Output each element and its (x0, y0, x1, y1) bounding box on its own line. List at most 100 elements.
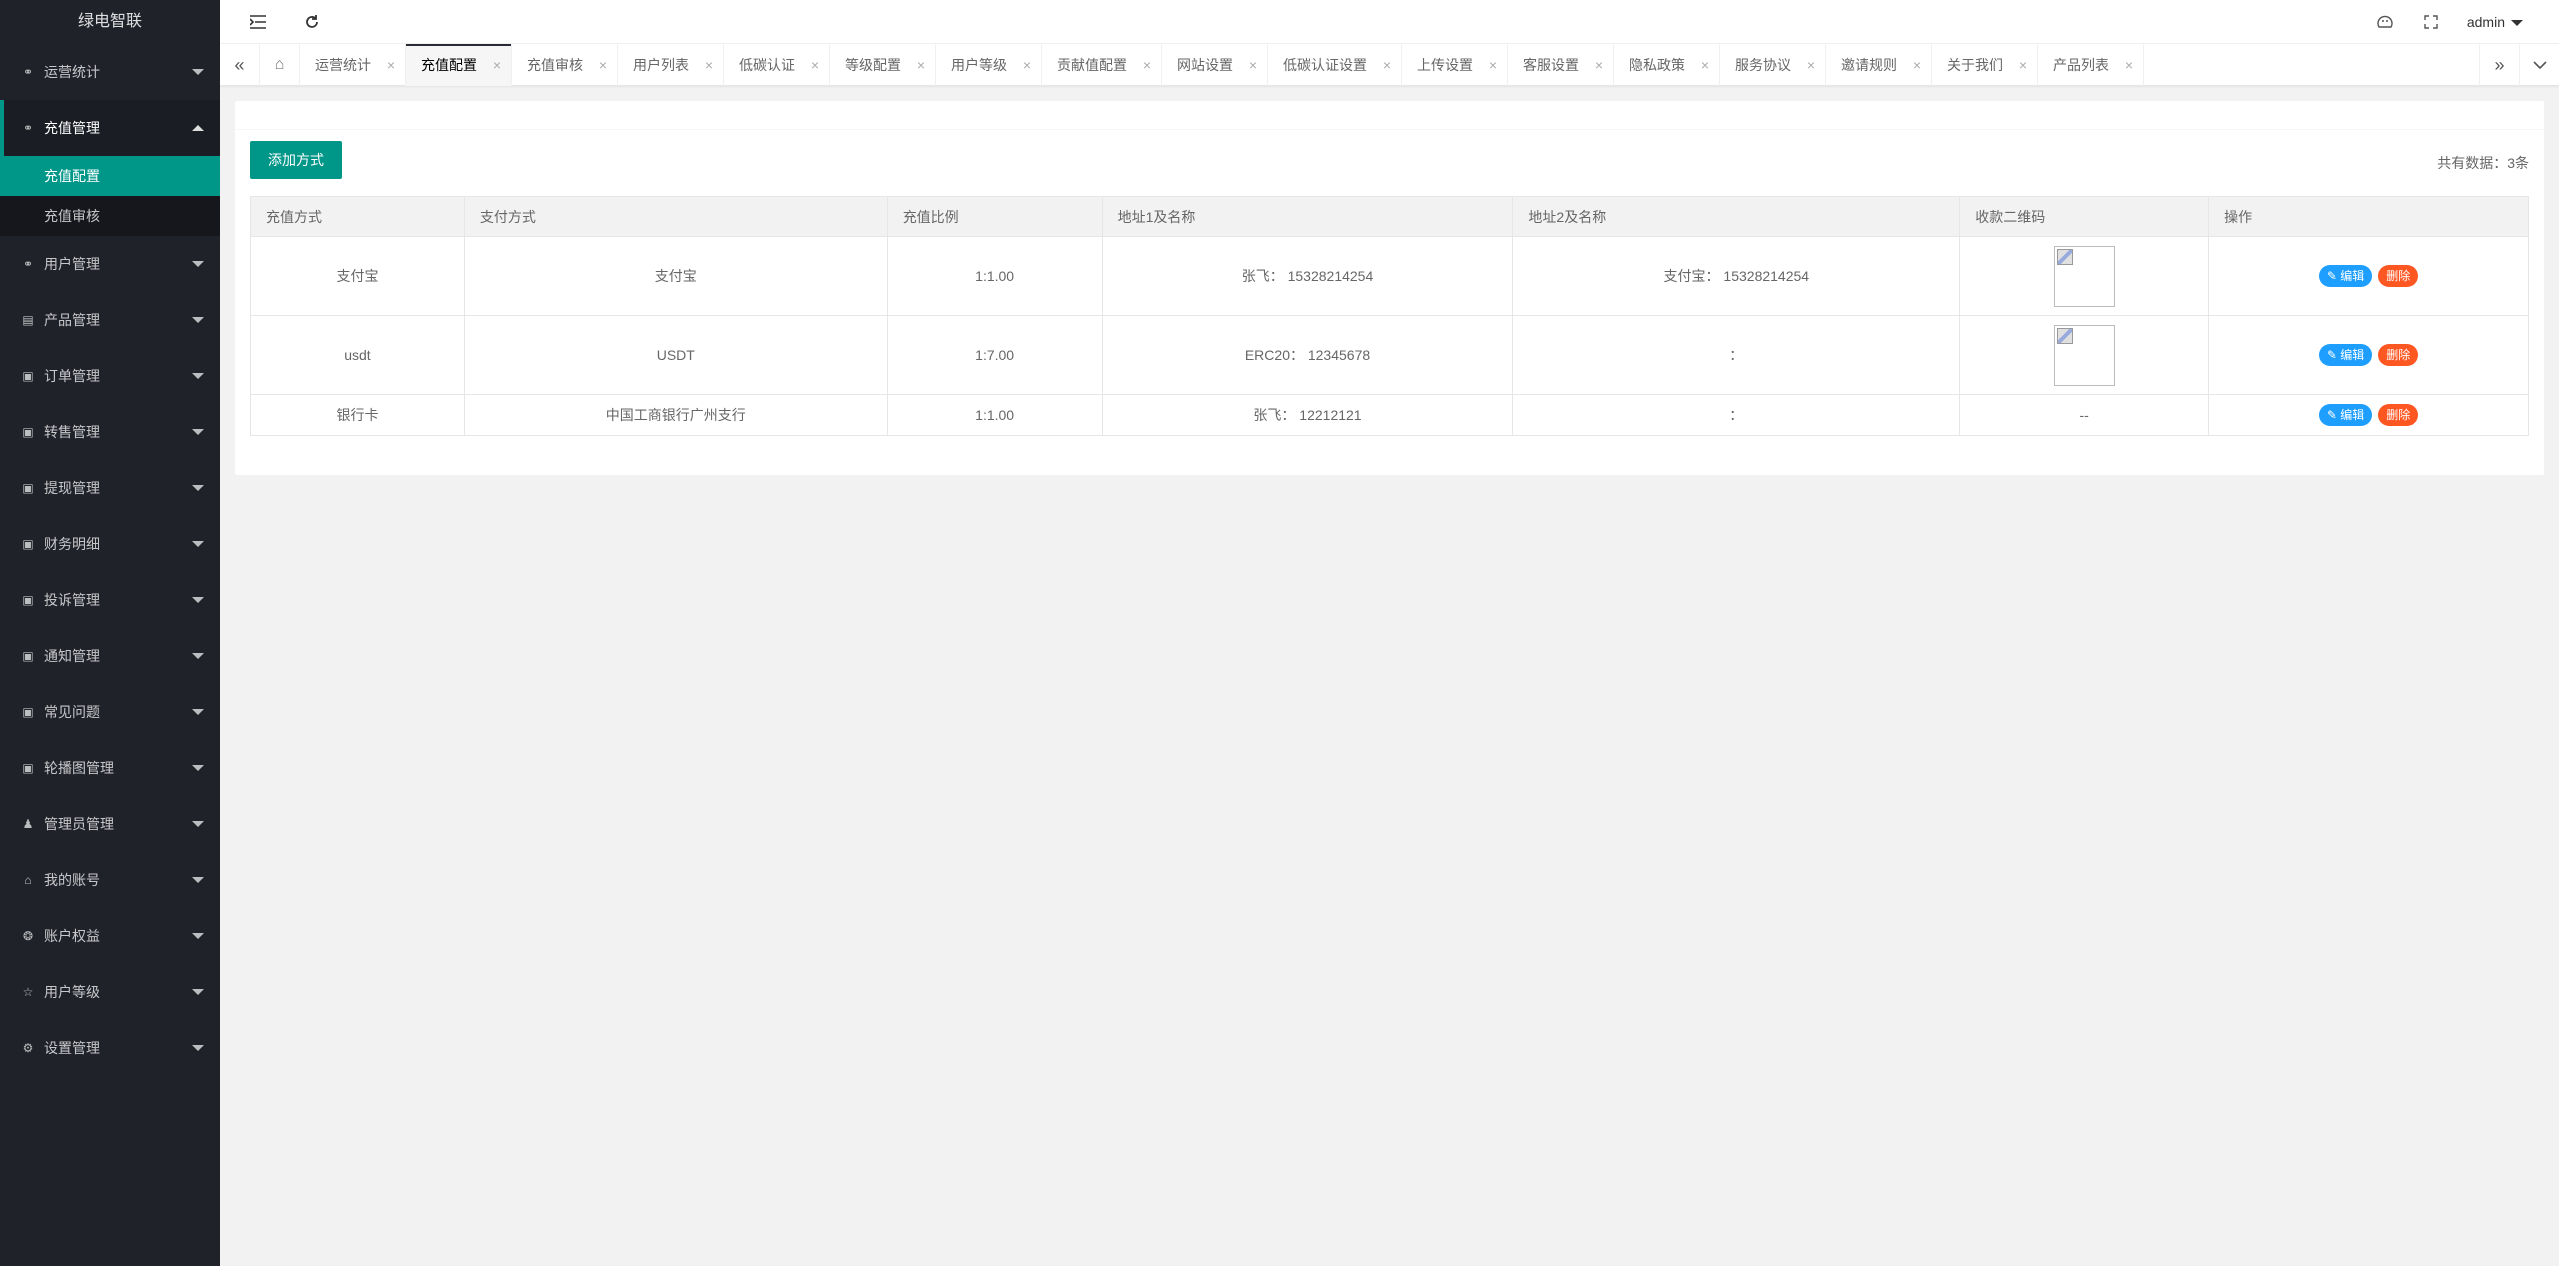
tab-label: 关于我们 (1947, 57, 2003, 73)
sidebar-item-label: 常见问题 (44, 704, 100, 720)
close-icon[interactable]: × (599, 44, 607, 86)
sidebar-item-user-management[interactable]: ⚭ 用户管理 (0, 236, 220, 292)
tabs-scroll-left-icon[interactable]: « (220, 44, 260, 86)
close-icon[interactable]: × (387, 44, 395, 86)
sidebar-item-product-management[interactable]: ▤ 产品管理 (0, 292, 220, 348)
column-header: 操作 (2208, 196, 2529, 237)
tab-contribution-config[interactable]: 贡献值配置 × (1042, 44, 1162, 86)
sidebar-item-finance-details[interactable]: ▣ 财务明细 (0, 516, 220, 572)
chevron-down-icon (192, 597, 204, 603)
tab-level-config[interactable]: 等级配置 × (830, 44, 936, 86)
sidebar-subitem-recharge-config[interactable]: 充值配置 (0, 156, 220, 196)
sidebar-item-label: 产品管理 (44, 312, 100, 328)
refresh-icon[interactable] (300, 10, 324, 34)
sidebar-item-account-rights[interactable]: ❂ 账户权益 (0, 908, 220, 964)
edit-button[interactable]: ✎ 编辑 (2318, 404, 2373, 426)
chevron-down-icon (192, 821, 204, 827)
delete-button[interactable]: 删除 (2378, 344, 2419, 366)
tab-about-us[interactable]: 关于我们 × (1932, 44, 2038, 86)
sidebar-item-complaint-management[interactable]: ▣ 投诉管理 (0, 572, 220, 628)
sidebar-item-label: 轮播图管理 (44, 760, 114, 776)
column-header: 充值方式 (250, 196, 465, 237)
caret-down-icon (2511, 20, 2523, 27)
edit-button[interactable]: ✎ 编辑 (2318, 344, 2373, 366)
edit-label: 编辑 (2340, 269, 2365, 283)
tab-user-level[interactable]: 用户等级 × (936, 44, 1042, 86)
tabs-scroll-right-icon[interactable]: » (2479, 44, 2519, 86)
close-icon[interactable]: × (811, 44, 819, 86)
sidebar-item-label: 用户管理 (44, 256, 100, 272)
chevron-up-icon (192, 125, 204, 131)
tab-recharge-config[interactable]: 充值配置 × (406, 44, 512, 86)
tab-invite-rules[interactable]: 邀请规则 × (1826, 44, 1932, 86)
close-icon[interactable]: × (1807, 44, 1815, 86)
tab-service-settings[interactable]: 客服设置 × (1508, 44, 1614, 86)
sidebar-item-carousel-management[interactable]: ▣ 轮播图管理 (0, 740, 220, 796)
picture-icon: ▣ (22, 593, 34, 607)
close-icon[interactable]: × (1489, 44, 1497, 86)
add-method-button[interactable]: 添加方式 (250, 141, 342, 179)
sidebar-item-settings-management[interactable]: ⚙ 设置管理 (0, 1020, 220, 1076)
tab-label: 上传设置 (1417, 57, 1473, 73)
tabs-dropdown-icon[interactable] (2519, 44, 2559, 86)
sidebar-item-user-level[interactable]: ☆ 用户等级 (0, 964, 220, 1020)
sidebar-item-notice-management[interactable]: ▣ 通知管理 (0, 628, 220, 684)
table-row: 支付宝 支付宝 1:1.00 张飞： 15328214254 支付宝： 1532… (250, 236, 2529, 316)
user-menu[interactable]: admin (2467, 0, 2523, 44)
table-row: usdt USDT 1:7.00 ERC20： 12345678 ： ✎ 编辑删… (250, 315, 2529, 395)
pencil-icon: ✎ (2326, 269, 2337, 283)
close-icon[interactable]: × (705, 44, 713, 86)
close-icon[interactable]: × (493, 44, 501, 86)
star-icon: ☆ (22, 985, 34, 999)
tab-service-agreement[interactable]: 服务协议 × (1720, 44, 1826, 86)
delete-button[interactable]: 删除 (2378, 265, 2419, 287)
cell-addr1: 张飞： 15328214254 (1101, 236, 1514, 316)
delete-button[interactable]: 删除 (2378, 404, 2419, 426)
close-icon[interactable]: × (1023, 44, 1031, 86)
top-header: admin (220, 0, 2559, 44)
theme-palette-icon[interactable] (2373, 10, 2397, 34)
sidebar-subitem-recharge-review[interactable]: 充值审核 (0, 196, 220, 236)
tab-site-settings[interactable]: 网站设置 × (1162, 44, 1268, 86)
tab-recharge-review[interactable]: 充值审核 × (512, 44, 618, 86)
fullscreen-icon[interactable] (2419, 10, 2443, 34)
sidebar-item-recharge-management[interactable]: ⚭ 充值管理 (0, 100, 220, 156)
tab-product-list[interactable]: 产品列表 × (2038, 44, 2144, 86)
sidebar-item-operations-stats[interactable]: ⚭ 运营统计 (0, 44, 220, 100)
home-tab-icon[interactable]: ⌂ (260, 44, 300, 86)
close-icon[interactable]: × (917, 44, 925, 86)
tab-operations-stats[interactable]: 运营统计 × (300, 44, 406, 86)
person-icon: ♟ (22, 817, 34, 831)
cell-ratio: 1:1.00 (886, 394, 1103, 436)
close-icon[interactable]: × (1595, 44, 1603, 86)
tab-label: 低碳认证设置 (1283, 57, 1367, 73)
tab-upload-settings[interactable]: 上传设置 × (1402, 44, 1508, 86)
menu-fold-icon[interactable] (246, 10, 270, 34)
sidebar-item-admin-management[interactable]: ♟ 管理员管理 (0, 796, 220, 852)
qr-code-image[interactable] (2053, 324, 2115, 386)
tab-low-carbon-cert-settings[interactable]: 低碳认证设置 × (1268, 44, 1402, 86)
tab-user-list[interactable]: 用户列表 × (618, 44, 724, 86)
tab-low-carbon-cert[interactable]: 低碳认证 × (724, 44, 830, 86)
cell-actions: ✎ 编辑 删除 (2208, 394, 2529, 436)
tab-privacy-policy[interactable]: 隐私政策 × (1614, 44, 1720, 86)
sidebar-item-order-management[interactable]: ▣ 订单管理 (0, 348, 220, 404)
close-icon[interactable]: × (2125, 44, 2133, 86)
tab-label: 邀请规则 (1841, 57, 1897, 73)
edit-button[interactable]: ✎ 编辑 (2318, 265, 2373, 287)
tab-label: 服务协议 (1735, 57, 1791, 73)
close-icon[interactable]: × (1143, 44, 1151, 86)
column-header: 充值比例 (886, 196, 1103, 237)
close-icon[interactable]: × (1701, 44, 1709, 86)
sidebar-item-faq[interactable]: ▣ 常见问题 (0, 684, 220, 740)
close-icon[interactable]: × (1383, 44, 1391, 86)
cell-addr1: 张飞： 12212121 (1101, 394, 1514, 436)
qr-code-image[interactable] (2053, 245, 2115, 307)
close-icon[interactable]: × (2019, 44, 2027, 86)
recharge-submenu: 充值配置 充值审核 (0, 156, 220, 236)
close-icon[interactable]: × (1249, 44, 1257, 86)
close-icon[interactable]: × (1913, 44, 1921, 86)
sidebar-item-resale-management[interactable]: ▣ 转售管理 (0, 404, 220, 460)
sidebar-item-withdrawal-management[interactable]: ▣ 提现管理 (0, 460, 220, 516)
sidebar-item-my-account[interactable]: ⌂ 我的账号 (0, 852, 220, 908)
